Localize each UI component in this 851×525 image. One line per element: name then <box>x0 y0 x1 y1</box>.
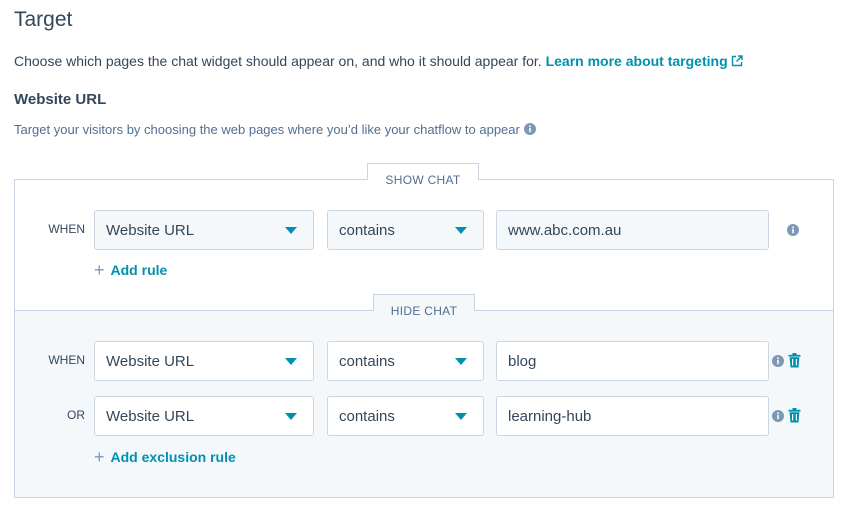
trash-icon[interactable] <box>788 408 801 423</box>
field-select[interactable]: Website URL <box>94 396 314 436</box>
field-select-value: Website URL <box>106 407 195 425</box>
field-select[interactable]: Website URL <box>94 210 314 250</box>
website-url-title: Website URL <box>14 91 107 108</box>
operator-select-value: contains <box>339 352 395 370</box>
operator-select[interactable]: contains <box>327 396 484 436</box>
learn-more-link[interactable]: Learn more about targeting <box>546 53 743 69</box>
caret-down-icon <box>455 413 467 420</box>
rule-condition: WHEN <box>48 222 85 236</box>
add-rule-button[interactable]: + Add rule <box>94 261 167 279</box>
operator-select-value: contains <box>339 407 395 425</box>
caret-down-icon <box>455 227 467 234</box>
operator-select-value: contains <box>339 221 395 239</box>
info-icon[interactable] <box>787 224 799 236</box>
caret-down-icon <box>285 227 297 234</box>
add-exclusion-rule-button[interactable]: + Add exclusion rule <box>94 448 236 466</box>
url-value-text: www.abc.com.au <box>508 221 622 239</box>
rule-condition: OR <box>67 408 85 422</box>
plus-icon: + <box>94 260 105 280</box>
field-select[interactable]: Website URL <box>94 341 314 381</box>
learn-more-label: Learn more about targeting <box>545 53 728 69</box>
field-select-value: Website URL <box>106 352 195 370</box>
operator-select[interactable]: contains <box>327 210 484 250</box>
website-url-description-text: Target your visitors by choosing the web… <box>14 122 520 137</box>
field-select-value: Website URL <box>106 221 195 239</box>
operator-select[interactable]: contains <box>327 341 484 381</box>
page-title: Target <box>14 8 73 31</box>
caret-down-icon <box>455 358 467 365</box>
page-description-text: Choose which pages the chat widget shoul… <box>14 53 542 69</box>
url-value-text: learning-hub <box>508 407 592 425</box>
add-rule-label: Add rule <box>110 262 168 278</box>
page-description: Choose which pages the chat widget shoul… <box>14 53 743 69</box>
show-chat-label: SHOW CHAT <box>385 173 461 187</box>
url-value-input[interactable]: www.abc.com.au <box>496 210 769 250</box>
external-link-icon <box>731 55 743 67</box>
url-value-input[interactable]: learning-hub <box>496 396 769 436</box>
trash-icon[interactable] <box>788 353 801 368</box>
info-icon[interactable] <box>523 123 536 135</box>
rule-condition: WHEN <box>48 353 85 367</box>
caret-down-icon <box>285 358 297 365</box>
website-url-description: Target your visitors by choosing the web… <box>14 122 536 137</box>
caret-down-icon <box>285 413 297 420</box>
plus-icon: + <box>94 447 105 467</box>
url-value-text: blog <box>508 352 537 370</box>
info-icon[interactable] <box>772 355 784 367</box>
add-exclusion-rule-label: Add exclusion rule <box>110 449 236 465</box>
info-icon[interactable] <box>772 410 784 422</box>
url-value-input[interactable]: blog <box>496 341 769 381</box>
hide-chat-label: HIDE CHAT <box>390 304 458 318</box>
